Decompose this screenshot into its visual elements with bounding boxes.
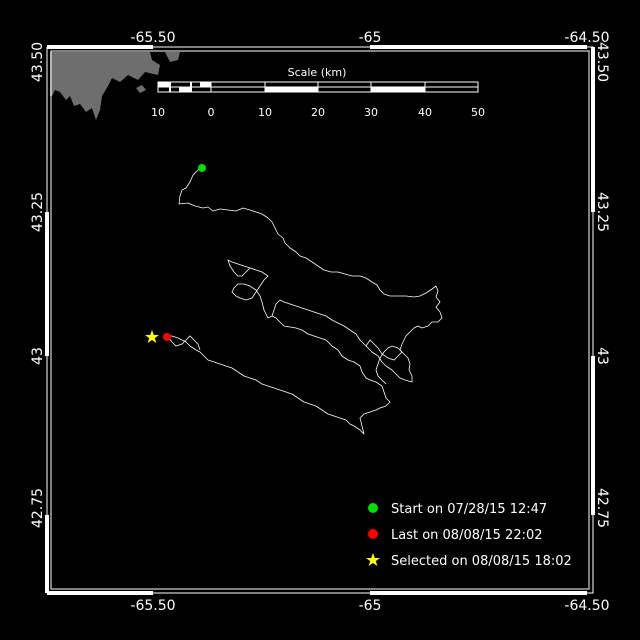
- drifter-track-loop: [227, 259, 273, 319]
- land-islet: [165, 52, 180, 62]
- lat-tick-left: 43: [30, 347, 46, 365]
- lon-tick-top: -65: [359, 30, 382, 46]
- drifter-track-map: -65.50 -65 -64.50 -65.50 -65 -64.50 43.5…: [30, 30, 610, 614]
- lon-tick-top: -65.50: [130, 30, 175, 46]
- scale-bar: Scale (km) 10 0 10 20 30 40 50: [151, 66, 485, 119]
- lat-tick-right: 42.75: [594, 488, 610, 528]
- legend-start-symbol: [368, 503, 378, 513]
- drifter-track-loop: [166, 335, 201, 351]
- scale-label: 50: [471, 106, 485, 119]
- legend: Start on 07/28/15 12:47 Last on 08/08/15…: [366, 502, 572, 569]
- last-marker: [163, 333, 171, 341]
- legend-last-symbol: [368, 529, 378, 539]
- scale-label: 0: [208, 106, 215, 119]
- lon-tick-bottom: -65: [359, 598, 382, 614]
- lon-tick-bottom: -64.50: [564, 598, 609, 614]
- scale-label: 30: [364, 106, 378, 119]
- scale-label: 20: [311, 106, 325, 119]
- lat-tick-left: 43.25: [30, 192, 46, 232]
- legend-selected-star-icon: [366, 553, 380, 566]
- lat-tick-right: 43: [594, 347, 610, 365]
- scale-label: 40: [418, 106, 432, 119]
- legend-selected-label: Selected on 08/08/15 18:02: [391, 554, 572, 569]
- scale-title: Scale (km): [288, 66, 347, 79]
- scale-label: 10: [151, 106, 165, 119]
- drifter-track-loop: [365, 339, 403, 385]
- scale-label: 10: [258, 106, 272, 119]
- legend-last-label: Last on 08/08/15 22:02: [391, 528, 543, 543]
- land-islet: [136, 85, 146, 93]
- lat-tick-left: 43.50: [30, 42, 46, 82]
- selected-marker: [145, 330, 159, 343]
- start-marker: [198, 164, 206, 172]
- lat-tick-right: 43.50: [594, 42, 610, 82]
- lat-tick-left: 42.75: [30, 488, 46, 528]
- land-mass: [50, 52, 160, 120]
- drifter-track: [167, 167, 443, 435]
- lat-tick-right: 43.25: [594, 192, 610, 232]
- legend-start-label: Start on 07/28/15 12:47: [391, 502, 547, 517]
- lon-tick-bottom: -65.50: [130, 598, 175, 614]
